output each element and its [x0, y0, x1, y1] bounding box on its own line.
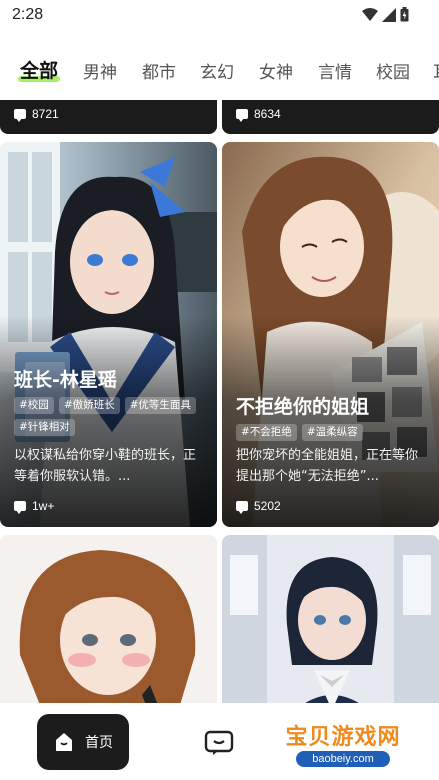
tab-goddess[interactable]: 女神 — [259, 58, 293, 83]
chat-count: 1w+ — [14, 499, 54, 514]
tab-urban[interactable]: 都市 — [142, 58, 176, 83]
character-card[interactable] — [0, 535, 217, 703]
character-card[interactable]: 8721 — [0, 100, 217, 134]
character-grid: 8721 8634 班长-林星瑶 #校园 #傲娇班长 #优等生面具 #针锋相对 … — [0, 100, 439, 703]
chat-icon — [14, 501, 26, 514]
status-bar: 2:28 — [0, 0, 439, 30]
tag: #温柔纵容 — [301, 424, 363, 441]
tab-male-god[interactable]: 男神 — [83, 58, 117, 83]
character-card[interactable]: 不拒绝你的姐姐 #不会拒绝 #温柔纵容 把你宠坏的全能姐姐，正在等你提出那个她“… — [222, 142, 439, 527]
tag: #傲娇班长 — [58, 397, 120, 414]
character-card[interactable]: 班长-林星瑶 #校园 #傲娇班长 #优等生面具 #针锋相对 以权谋私给你穿小鞋的… — [0, 142, 217, 527]
category-tabs: 全部 男神 都市 玄幻 女神 言情 校园 耳 — [0, 52, 439, 88]
character-name: 班长-林星瑶 — [14, 369, 117, 391]
chat-count: 8721 — [14, 107, 59, 122]
signal-icon — [382, 7, 396, 22]
tag: #针锋相对 — [14, 419, 75, 436]
character-description: 把你宠坏的全能姐姐，正在等你提出那个她“无法拒绝”... — [236, 448, 419, 484]
home-nav-label: 首页 — [85, 735, 113, 751]
character-description: 以权谋私给你穿小鞋的班长，正等着你服软认错。... — [14, 448, 197, 484]
wifi-icon — [362, 7, 378, 21]
character-card[interactable]: 8634 — [222, 100, 439, 134]
battery-icon — [400, 7, 409, 22]
tag: #优等生面具 — [124, 397, 196, 414]
chat-count: 8634 — [236, 107, 281, 122]
watermark-text: 宝贝游戏网 — [285, 725, 401, 750]
tab-more[interactable]: 耳 — [433, 58, 439, 83]
chat-icon — [14, 109, 26, 122]
character-portrait — [0, 535, 217, 703]
tab-fantasy[interactable]: 玄幻 — [200, 58, 234, 83]
watermark: 宝贝游戏网 baobeiy.com — [268, 711, 418, 777]
tab-campus[interactable]: 校园 — [376, 58, 410, 83]
tab-romance[interactable]: 言情 — [318, 58, 352, 83]
home-nav-button[interactable]: 首页 — [37, 714, 129, 770]
chat-icon — [236, 109, 248, 122]
status-time: 2:28 — [12, 6, 44, 23]
tag-list: #不会拒绝 #温柔纵容 — [236, 424, 431, 441]
home-icon — [56, 733, 72, 751]
bottom-nav: 首页 宝贝游戏网 baobeiy.com — [0, 703, 439, 780]
chat-icon — [236, 501, 248, 514]
message-nav-icon[interactable] — [204, 730, 234, 756]
tag: #校园 — [14, 397, 54, 414]
tag-list: #校园 #傲娇班长 #优等生面具 #针锋相对 — [14, 397, 209, 436]
tab-all[interactable]: 全部 — [17, 56, 61, 83]
character-portrait — [222, 535, 439, 703]
character-card[interactable] — [222, 535, 439, 703]
tag: #不会拒绝 — [236, 424, 297, 441]
status-icons — [362, 7, 409, 22]
watermark-url: baobeiy.com — [296, 751, 390, 767]
character-name: 不拒绝你的姐姐 — [236, 396, 370, 418]
chat-count: 5202 — [236, 499, 281, 514]
